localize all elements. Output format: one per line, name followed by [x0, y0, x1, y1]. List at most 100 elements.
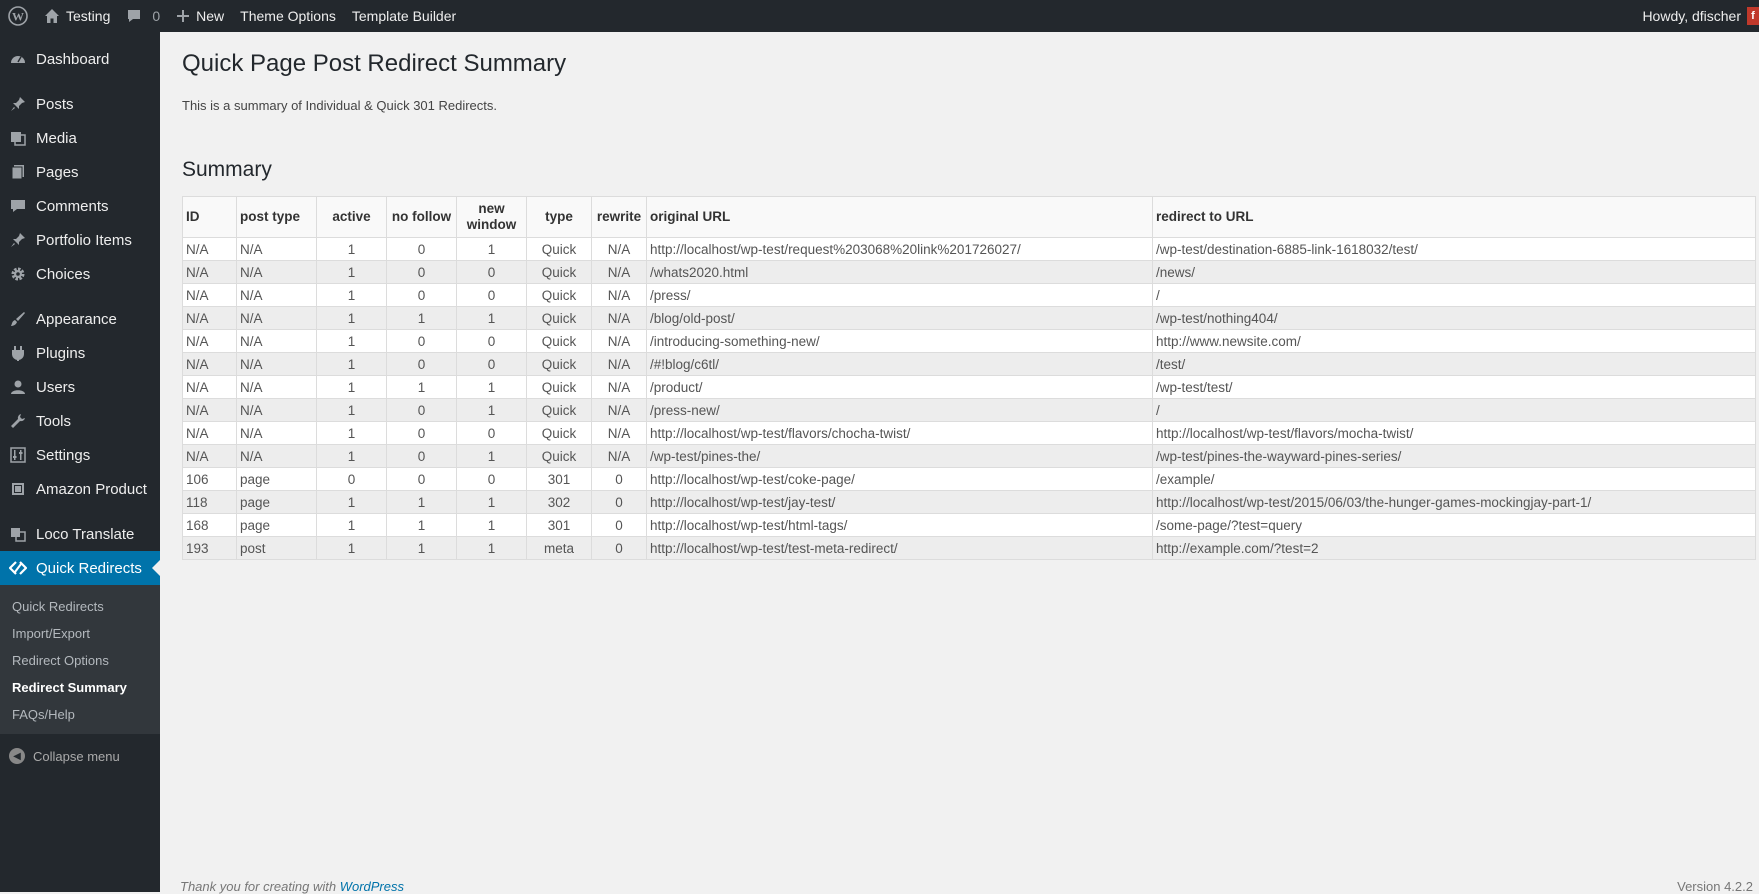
cell-active: 1 — [316, 398, 387, 422]
cell-type: 302 — [526, 490, 592, 514]
table-row: N/A N/A 1 0 0 Quick N/A http://localhost/wp-tes… — [182, 421, 1756, 445]
plus-icon — [176, 9, 190, 23]
cell-id: N/A — [182, 444, 237, 468]
column-header-post-type: post type — [236, 196, 317, 238]
column-header-type: type — [526, 196, 592, 238]
sidebar-item-media[interactable]: Media — [0, 121, 160, 155]
sidebar-item-amazon-product[interactable]: Amazon Product — [0, 472, 160, 506]
cell-no-follow: 0 — [386, 444, 457, 468]
sidebar-item-plugins[interactable]: Plugins — [0, 336, 160, 370]
brush-icon — [0, 311, 36, 327]
cell-new-window: 1 — [456, 490, 527, 514]
translate-icon — [0, 526, 36, 542]
column-header-rewrite: rewrite — [591, 196, 647, 238]
cell-original-url: /whats2020.html — [646, 260, 1153, 284]
cell-active: 1 — [316, 283, 387, 307]
box-icon — [0, 481, 36, 497]
table-row: N/A N/A 1 1 1 Quick N/A/blog/old-post//wp-test… — [182, 306, 1756, 330]
cell-original-url: http://localhost/wp-test/request%203068%… — [646, 237, 1153, 261]
cell-original-url: http://localhost/wp-test/jay-test/ — [646, 490, 1153, 514]
cell-active: 1 — [316, 490, 387, 514]
sidebar-item-dashboard[interactable]: Dashboard — [0, 42, 160, 76]
sidebar-item-comments[interactable]: Comments — [0, 189, 160, 223]
page-title: Quick Page Post Redirect Summary — [182, 50, 567, 77]
new-content-link[interactable]: New — [168, 0, 232, 32]
redirect-summary-table: ID post type active no follow new window… — [182, 196, 1756, 560]
sidebar-item-pages[interactable]: Pages — [0, 155, 160, 189]
cell-active: 1 — [316, 536, 387, 560]
cell-original-url: /press-new/ — [646, 398, 1153, 422]
cell-no-follow: 0 — [386, 421, 457, 445]
column-header-active: active — [316, 196, 387, 238]
template-builder-link[interactable]: Template Builder — [344, 0, 464, 32]
cell-no-follow: 0 — [386, 329, 457, 353]
cell-active: 0 — [316, 467, 387, 491]
wrench-icon — [0, 413, 36, 429]
cell-post-type: page — [236, 467, 317, 491]
submenu-redirect-options[interactable]: Redirect Options — [0, 647, 160, 674]
sidebar-item-portfolio-items[interactable]: Portfolio Items — [0, 223, 160, 257]
theme-options-link[interactable]: Theme Options — [232, 0, 344, 32]
my-account-link[interactable]: Howdy, dfischer f — [1634, 0, 1759, 32]
cell-rewrite: N/A — [591, 260, 647, 284]
page-description: This is a summary of Individual & Quick … — [182, 98, 498, 113]
cell-new-window: 1 — [456, 398, 527, 422]
cell-type: 301 — [526, 513, 592, 537]
sidebar-item-quick-redirects[interactable]: Quick Redirects — [0, 551, 160, 585]
cell-redirect-url: http://example.com/?test=2 — [1152, 536, 1756, 560]
table-row: N/A N/A 1 1 1 Quick N/A/product//wp-test/test/ — [182, 375, 1756, 399]
cell-id: 118 — [182, 490, 237, 514]
table-row: N/A N/A 1 0 0 Quick N/A/press// — [182, 283, 1756, 307]
cell-redirect-url: http://www.newsite.com/ — [1152, 329, 1756, 353]
sidebar-item-label: Media — [36, 129, 77, 147]
table-row: N/A N/A 1 0 0 Quick N/A/#!blog/c6tl//test/ — [182, 352, 1756, 376]
submenu-quick-redirects[interactable]: Quick Redirects — [0, 593, 160, 620]
cell-no-follow: 0 — [386, 352, 457, 376]
section-title: Summary — [182, 158, 272, 181]
cell-redirect-url: http://localhost/wp-test/flavors/mocha-t… — [1152, 421, 1756, 445]
table-row: 118 page 1 1 1 302 0 http://localhost/wp-test/j… — [182, 490, 1756, 514]
cell-type: Quick — [526, 283, 592, 307]
cell-type: Quick — [526, 237, 592, 261]
site-name-link[interactable]: Testing — [36, 0, 118, 32]
sidebar-item-choices[interactable]: Choices — [0, 257, 160, 291]
cell-redirect-url: /test/ — [1152, 352, 1756, 376]
sidebar-item-tools[interactable]: Tools — [0, 404, 160, 438]
cell-rewrite: 0 — [591, 536, 647, 560]
user-icon — [0, 379, 36, 395]
cell-original-url: http://localhost/wp-test/flavors/chocha-… — [646, 421, 1153, 445]
collapse-menu-button[interactable]: ◀ Collapse menu — [0, 738, 160, 774]
sidebar-item-posts[interactable]: Posts — [0, 87, 160, 121]
sidebar-item-loco-translate[interactable]: Loco Translate — [0, 517, 160, 551]
cell-redirect-url: /wp-test/test/ — [1152, 375, 1756, 399]
column-header-new-window: new window — [456, 196, 527, 238]
cell-redirect-url: /wp-test/nothing404/ — [1152, 306, 1756, 330]
pin-icon — [0, 96, 36, 112]
column-header-redirect-url: redirect to URL — [1152, 196, 1756, 238]
table-row: N/A N/A 1 0 1 Quick N/A http://localhost/wp-tes… — [182, 237, 1756, 261]
cell-no-follow: 1 — [386, 490, 457, 514]
sidebar-item-label: Appearance — [36, 310, 117, 328]
sidebar-item-label: Tools — [36, 412, 72, 430]
table-row: N/A N/A 1 0 0 Quick N/A/introducing-something-… — [182, 329, 1756, 353]
cell-original-url: /introducing-something-new/ — [646, 329, 1153, 353]
cell-new-window: 1 — [456, 375, 527, 399]
sidebar-item-label: Comments — [36, 197, 109, 215]
submenu-import-export[interactable]: Import/Export — [0, 620, 160, 647]
comments-link[interactable]: 0 — [118, 0, 168, 32]
sidebar-item-users[interactable]: Users — [0, 370, 160, 404]
cell-id: N/A — [182, 260, 237, 284]
sidebar-item-label: Portfolio Items — [36, 231, 132, 249]
cell-new-window: 1 — [456, 513, 527, 537]
redirect-icon — [0, 560, 36, 576]
cell-id: 193 — [182, 536, 237, 560]
submenu-faqs-help[interactable]: FAQs/Help — [0, 701, 160, 728]
sidebar-item-appearance[interactable]: Appearance — [0, 302, 160, 336]
submenu-redirect-summary[interactable]: Redirect Summary — [0, 674, 160, 701]
cell-redirect-url: http://localhost/wp-test/2015/06/03/the-… — [1152, 490, 1756, 514]
dashboard-icon — [0, 51, 36, 67]
wordpress-logo-icon[interactable]: W — [0, 0, 36, 32]
cell-type: Quick — [526, 352, 592, 376]
cell-post-type: N/A — [236, 398, 317, 422]
sidebar-item-settings[interactable]: Settings — [0, 438, 160, 472]
